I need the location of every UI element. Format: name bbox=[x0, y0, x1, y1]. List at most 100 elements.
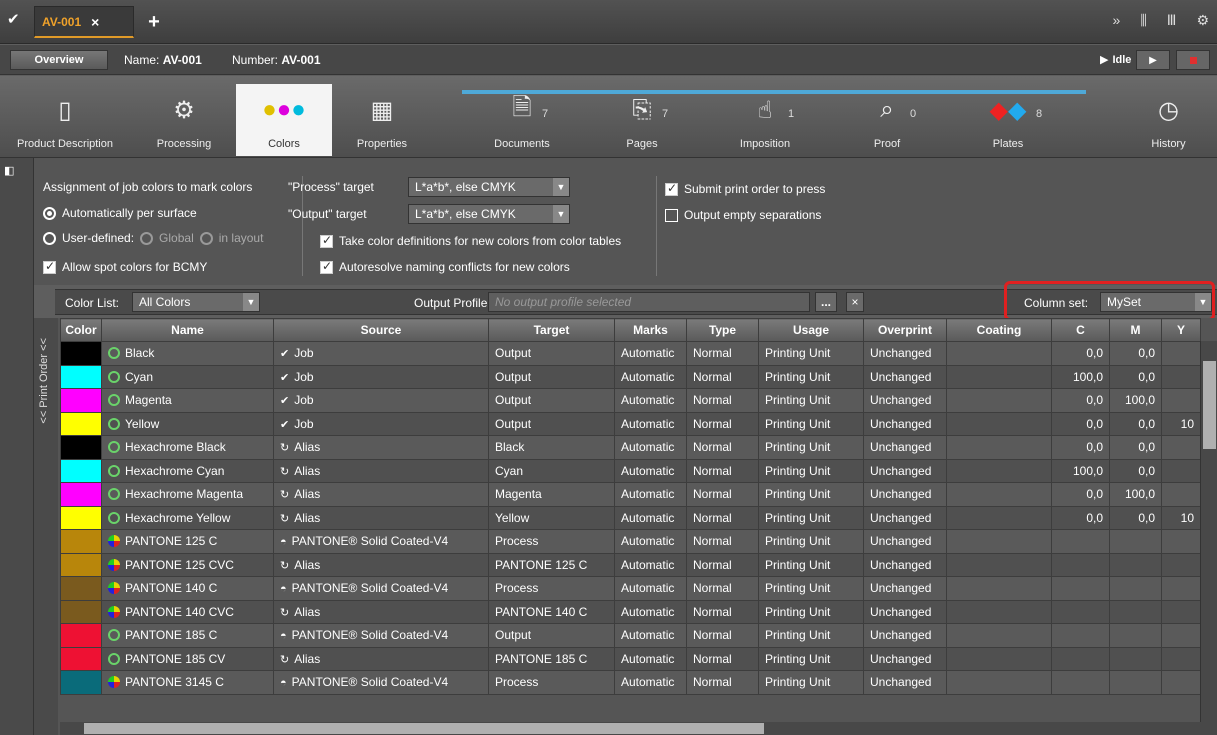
table-row[interactable]: Hexachrome Cyan ↻ Alias Cyan Automatic Normal… bbox=[60, 458, 1201, 483]
table-row[interactable]: PANTONE 185 C ◓ PANTONE® Solid Coated-V4 Ou… bbox=[60, 623, 1201, 648]
target-cell: Output bbox=[488, 341, 615, 366]
print-order-toggle[interactable]: << Print Order << bbox=[34, 318, 58, 735]
table-row[interactable]: Cyan ✔ Job Output Automatic Normal Printing Un… bbox=[60, 364, 1201, 389]
checkbox-output-empty[interactable]: Output empty separations bbox=[665, 208, 821, 222]
table-row[interactable]: PANTONE 185 CV ↻ Alias PANTONE 185 C Automat… bbox=[60, 646, 1201, 671]
stop-button[interactable] bbox=[1176, 50, 1210, 70]
column-header-m[interactable]: M bbox=[1109, 318, 1162, 342]
tool-imposition[interactable]: ☝ 1 Imposition bbox=[706, 84, 824, 156]
column-header-color[interactable]: Color bbox=[60, 318, 102, 342]
column-header-y[interactable]: Y bbox=[1161, 318, 1201, 342]
tab-av-001[interactable]: AV-001 × bbox=[34, 6, 134, 38]
coating-cell bbox=[946, 388, 1052, 413]
properties-icon: ▦ bbox=[370, 96, 394, 124]
column-header-name[interactable]: Name bbox=[101, 318, 274, 342]
play-status-icon: ▶ bbox=[1100, 54, 1109, 66]
column-header-marks[interactable]: Marks bbox=[614, 318, 687, 342]
checkbox-allow-spot[interactable]: Allow spot colors for BCMY bbox=[43, 259, 207, 274]
pin-icon[interactable]: ◧ bbox=[4, 164, 14, 177]
table-row[interactable]: PANTONE 140 CVC ↻ Alias PANTONE 140 C Automa… bbox=[60, 599, 1201, 624]
clear-profile-button[interactable]: × bbox=[846, 292, 864, 312]
color-name: PANTONE 140 CVC bbox=[125, 604, 234, 619]
chevron-down-icon[interactable]: » bbox=[1113, 12, 1121, 29]
type-cell: Normal bbox=[686, 552, 759, 577]
tool-proof[interactable]: ⌕ 0 Proof bbox=[832, 84, 942, 156]
tool-plates[interactable]: ◆ ◆ 8 Plates bbox=[950, 84, 1066, 156]
coating-cell bbox=[946, 458, 1052, 483]
tool-properties[interactable]: ▦ Properties bbox=[334, 84, 430, 156]
add-tab-button[interactable]: + bbox=[138, 6, 170, 38]
table-row[interactable]: Magenta ✔ Job Output Automatic Normal Printing… bbox=[60, 388, 1201, 413]
table-row[interactable]: PANTONE 3145 C ◓ PANTONE® Solid Coated-V4 P… bbox=[60, 670, 1201, 695]
source-text: Job bbox=[294, 346, 314, 361]
column-header-overprint[interactable]: Overprint bbox=[863, 318, 947, 342]
tool-pages[interactable]: ⎘ 7 Pages bbox=[588, 84, 696, 156]
radio-automatic[interactable]: Automatically per surface bbox=[43, 206, 197, 220]
tool-product-description[interactable]: ▯ Product Description bbox=[0, 84, 130, 156]
type-cell: Normal bbox=[686, 623, 759, 648]
marks-cell: Automatic bbox=[614, 388, 687, 413]
c-value-cell: 100,0 bbox=[1051, 364, 1110, 389]
source-cell: ↻ Alias bbox=[273, 599, 489, 624]
table-row[interactable]: Yellow ✔ Job Output Automatic Normal Printing … bbox=[60, 411, 1201, 436]
tool-colors[interactable]: ● ● ● Colors bbox=[236, 84, 332, 156]
y-value-cell bbox=[1161, 388, 1201, 413]
column-header-usage[interactable]: Usage bbox=[758, 318, 864, 342]
layout-icon[interactable]: ⫼ bbox=[1140, 12, 1146, 29]
source-cell: ✔ Job bbox=[273, 411, 489, 436]
status-circle-icon bbox=[108, 511, 120, 524]
tool-processing[interactable]: ⚙ Processing bbox=[134, 84, 234, 156]
c-value-cell: 0,0 bbox=[1051, 411, 1110, 436]
m-value-cell: 0,0 bbox=[1109, 435, 1162, 460]
column-header-c[interactable]: C bbox=[1051, 318, 1110, 342]
marks-cell: Automatic bbox=[614, 364, 687, 389]
columns-icon[interactable]: Ⅲ bbox=[1167, 12, 1177, 29]
process-target-dropdown[interactable]: L*a*b*, else CMYK ▼ bbox=[408, 177, 570, 197]
radio-icon bbox=[43, 231, 56, 245]
output-target-dropdown[interactable]: L*a*b*, else CMYK ▼ bbox=[408, 204, 570, 224]
coating-cell bbox=[946, 552, 1052, 577]
table-row[interactable]: Black ✔ Job Output Automatic Normal Printing U… bbox=[60, 341, 1201, 366]
c-value-cell bbox=[1051, 599, 1110, 624]
horizontal-scrollbar[interactable] bbox=[60, 722, 1217, 735]
scroll-thumb[interactable] bbox=[84, 723, 764, 734]
overview-button[interactable]: Overview bbox=[10, 50, 108, 70]
status-circle-icon bbox=[108, 488, 120, 501]
tool-documents[interactable]: 🗎 7 Documents bbox=[464, 84, 580, 156]
table-row[interactable]: Hexachrome Yellow ↻ Alias Yellow Automatic No… bbox=[60, 505, 1201, 530]
vertical-scrollbar[interactable] bbox=[1200, 341, 1217, 722]
radio-in-layout[interactable] bbox=[199, 231, 213, 245]
m-value-cell: 100,0 bbox=[1109, 388, 1162, 413]
color-name: Hexachrome Magenta bbox=[125, 487, 244, 502]
checkbox-take-color-defs[interactable]: Take color definitions for new colors fr… bbox=[320, 233, 621, 248]
browse-profile-button[interactable]: ... bbox=[815, 292, 837, 312]
radio-user-defined[interactable]: User-defined: Global in layout bbox=[43, 231, 263, 245]
source-text: Alias bbox=[294, 651, 321, 666]
color-list-dropdown[interactable]: All Colors ▼ bbox=[132, 292, 260, 312]
radio-global[interactable] bbox=[140, 231, 154, 245]
stop-icon bbox=[1189, 56, 1197, 64]
column-header-target[interactable]: Target bbox=[488, 318, 615, 342]
table-row[interactable]: PANTONE 125 C ◓ PANTONE® Solid Coated-V4 Pr… bbox=[60, 529, 1201, 554]
column-header-coating[interactable]: Coating bbox=[946, 318, 1052, 342]
coating-cell bbox=[946, 341, 1052, 366]
close-icon[interactable]: × bbox=[91, 14, 99, 30]
checkbox-autoresolve[interactable]: Autoresolve naming conflicts for new col… bbox=[320, 259, 570, 274]
scroll-thumb[interactable] bbox=[1203, 361, 1216, 449]
column-header-type[interactable]: Type bbox=[686, 318, 759, 342]
settings-icon[interactable]: ⚙ bbox=[1196, 12, 1209, 29]
checkbox-icon bbox=[43, 259, 56, 274]
play-button[interactable]: ▶ bbox=[1136, 50, 1170, 70]
table-row[interactable]: PANTONE 140 C ◓ PANTONE® Solid Coated-V4 Pr… bbox=[60, 576, 1201, 601]
column-header-source[interactable]: Source bbox=[273, 318, 489, 342]
usage-cell: Printing Unit bbox=[758, 646, 864, 671]
checkbox-submit-print[interactable]: Submit print order to press bbox=[665, 181, 825, 196]
output-profile-field[interactable]: No output profile selected bbox=[488, 292, 810, 312]
table-row[interactable]: Hexachrome Magenta ↻ Alias Magenta Automatic… bbox=[60, 482, 1201, 507]
target-cell: PANTONE 185 C bbox=[488, 646, 615, 671]
tool-history[interactable]: ◷ History bbox=[1120, 84, 1217, 156]
table-row[interactable]: PANTONE 125 CVC ↻ Alias PANTONE 125 C Automa… bbox=[60, 552, 1201, 577]
color-name-cell: Magenta bbox=[101, 388, 274, 413]
type-cell: Normal bbox=[686, 458, 759, 483]
table-row[interactable]: Hexachrome Black ↻ Alias Black Automatic Norm… bbox=[60, 435, 1201, 460]
